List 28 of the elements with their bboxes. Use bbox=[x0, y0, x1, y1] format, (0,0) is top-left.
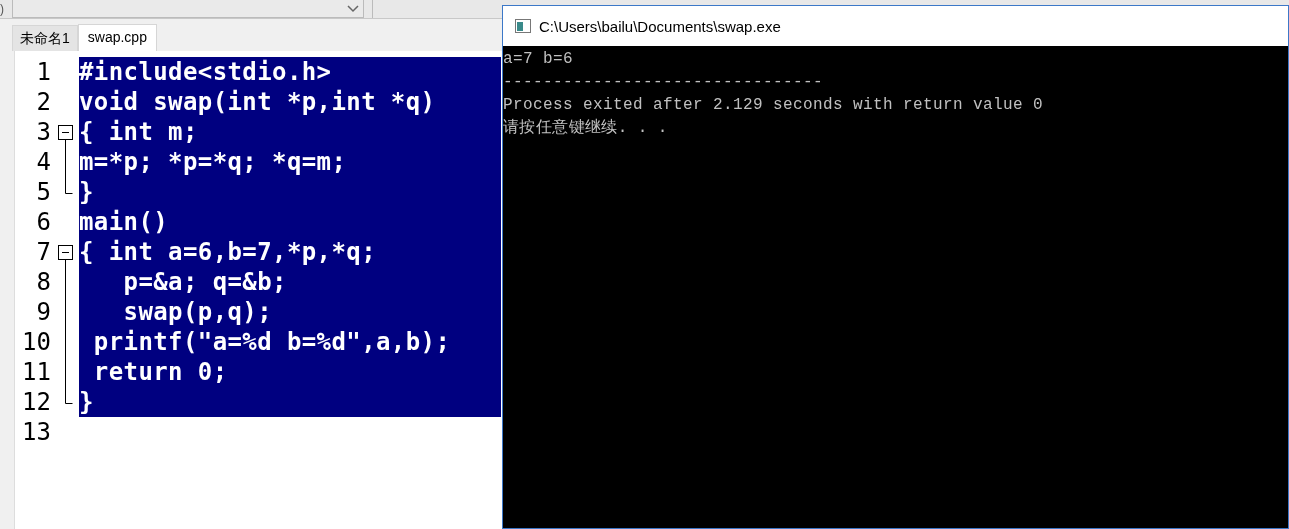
line-number: 11 bbox=[21, 357, 51, 387]
line-number: 12 bbox=[21, 387, 51, 417]
console-output-line: -------------------------------- bbox=[503, 72, 825, 93]
console-output-line: a=7 b=6 bbox=[503, 49, 574, 70]
toolbar-text: ) bbox=[0, 2, 5, 16]
console-output-line: 请按任意键继续. . . bbox=[503, 117, 669, 139]
line-number: 10 bbox=[21, 327, 51, 357]
line-number: 9 bbox=[35, 297, 51, 327]
line-number: 2 bbox=[35, 87, 51, 117]
console-output-line: Process exited after 2.129 seconds with return value 0 bbox=[503, 95, 1045, 116]
line-number: 1 bbox=[35, 57, 51, 87]
fold-toggle-icon[interactable] bbox=[58, 245, 73, 260]
line-number: 3 bbox=[35, 117, 51, 147]
fold-end-line bbox=[65, 177, 73, 194]
editor-tab[interactable]: 未命名1 bbox=[12, 25, 78, 51]
line-number: 6 bbox=[35, 207, 51, 237]
line-number: 8 bbox=[35, 267, 51, 297]
line-number: 7 bbox=[35, 237, 51, 267]
editor-tab[interactable]: swap.cpp bbox=[77, 24, 157, 51]
window-title: C:\Users\bailu\Documents\swap.exe bbox=[539, 17, 781, 35]
fold-end-line bbox=[65, 387, 73, 404]
line-number: 13 bbox=[21, 417, 51, 447]
caret-icon bbox=[347, 4, 359, 13]
dropdown-field[interactable] bbox=[12, 0, 364, 18]
line-number: 4 bbox=[35, 147, 51, 177]
line-number: 5 bbox=[35, 177, 51, 207]
fold-toggle-icon[interactable] bbox=[58, 125, 73, 140]
console-app-icon bbox=[515, 19, 531, 33]
